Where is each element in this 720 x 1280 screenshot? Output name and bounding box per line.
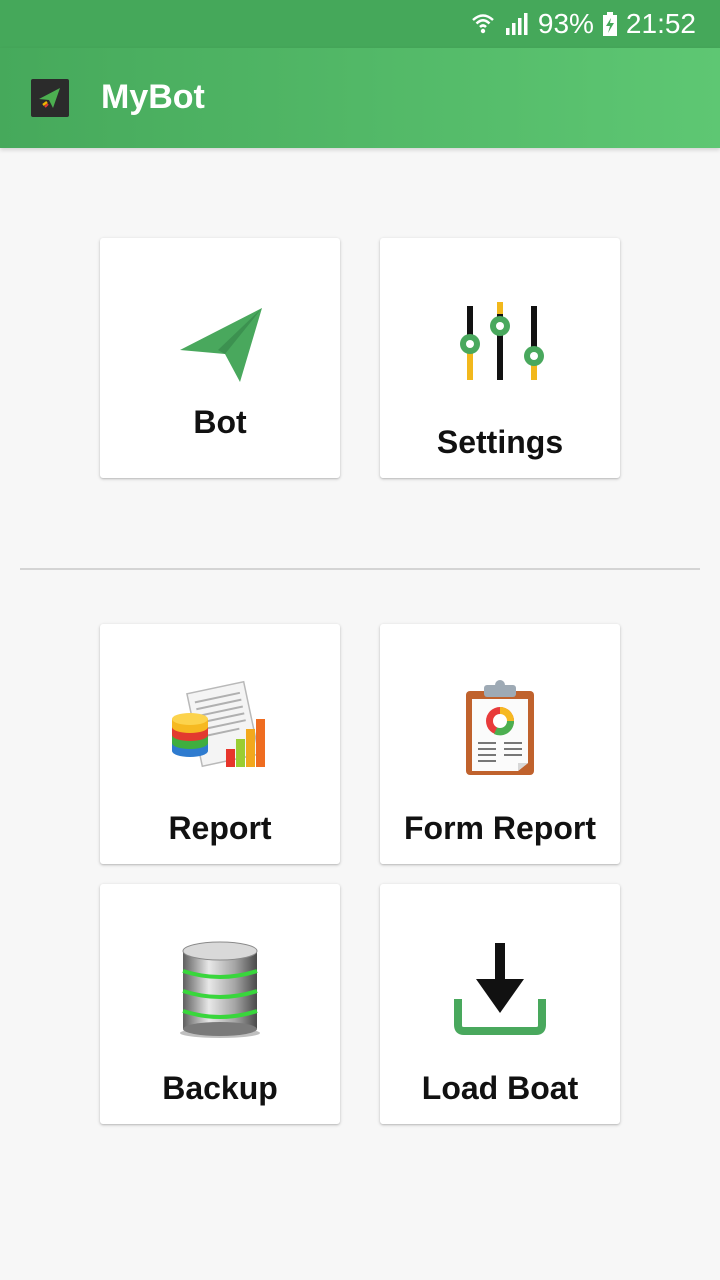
- report-label: Report: [168, 810, 272, 846]
- backup-label: Backup: [162, 1070, 278, 1106]
- sliders-icon: [445, 288, 555, 398]
- form-report-label: Form Report: [404, 810, 596, 846]
- signal-icon: [504, 11, 530, 37]
- clipboard-report-icon: [445, 674, 555, 784]
- report-chart-icon: [165, 674, 275, 784]
- paper-plane-icon: [31, 79, 69, 117]
- download-icon: [445, 934, 555, 1044]
- battery-percent: 93%: [537, 8, 594, 39]
- backup-button[interactable]: Backup: [100, 884, 340, 1124]
- status-bar: 93% 21:52: [0, 0, 720, 48]
- bot-button[interactable]: Bot: [100, 238, 340, 478]
- load-boat-button[interactable]: Load Boat: [380, 884, 620, 1124]
- battery-charging-icon: [602, 11, 618, 37]
- bot-label: Bot: [193, 404, 247, 440]
- clock: 21:52: [625, 8, 696, 39]
- load-boat-label: Load Boat: [421, 1070, 579, 1106]
- app-bar: MyBot: [0, 48, 720, 148]
- settings-label: Settings: [436, 424, 564, 460]
- wifi-icon: [470, 11, 496, 37]
- app-title: MyBot: [101, 78, 205, 116]
- form-report-button[interactable]: Form Report: [380, 624, 620, 864]
- settings-button[interactable]: Settings: [380, 238, 620, 478]
- paper-plane-icon: [165, 288, 275, 398]
- report-button[interactable]: Report: [100, 624, 340, 864]
- database-icon: [165, 934, 275, 1044]
- section-divider: [20, 568, 700, 570]
